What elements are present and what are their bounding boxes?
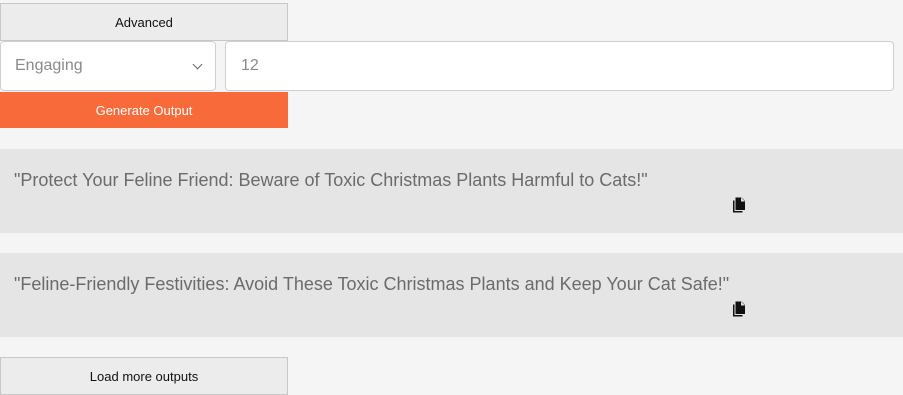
tone-select-value: Engaging <box>15 57 83 74</box>
generate-output-button[interactable]: Generate Output <box>0 92 288 128</box>
output-card: "Feline-Friendly Festivities: Avoid Thes… <box>0 253 903 337</box>
load-more-outputs-button[interactable]: Load more outputs <box>0 357 288 395</box>
output-card: "Protect Your Feline Friend: Beware of T… <box>0 149 903 233</box>
copy-icon[interactable] <box>732 197 746 213</box>
advanced-button[interactable]: Advanced <box>0 3 288 41</box>
output-text: "Feline-Friendly Festivities: Avoid Thes… <box>14 274 730 294</box>
copy-icon[interactable] <box>732 301 746 317</box>
chevron-down-icon <box>192 59 203 69</box>
output-text: "Protect Your Feline Friend: Beware of T… <box>14 170 648 190</box>
output-count-value: 12 <box>241 57 259 74</box>
output-count-input[interactable]: 12 <box>225 41 894 91</box>
tone-select[interactable]: Engaging <box>0 41 216 91</box>
